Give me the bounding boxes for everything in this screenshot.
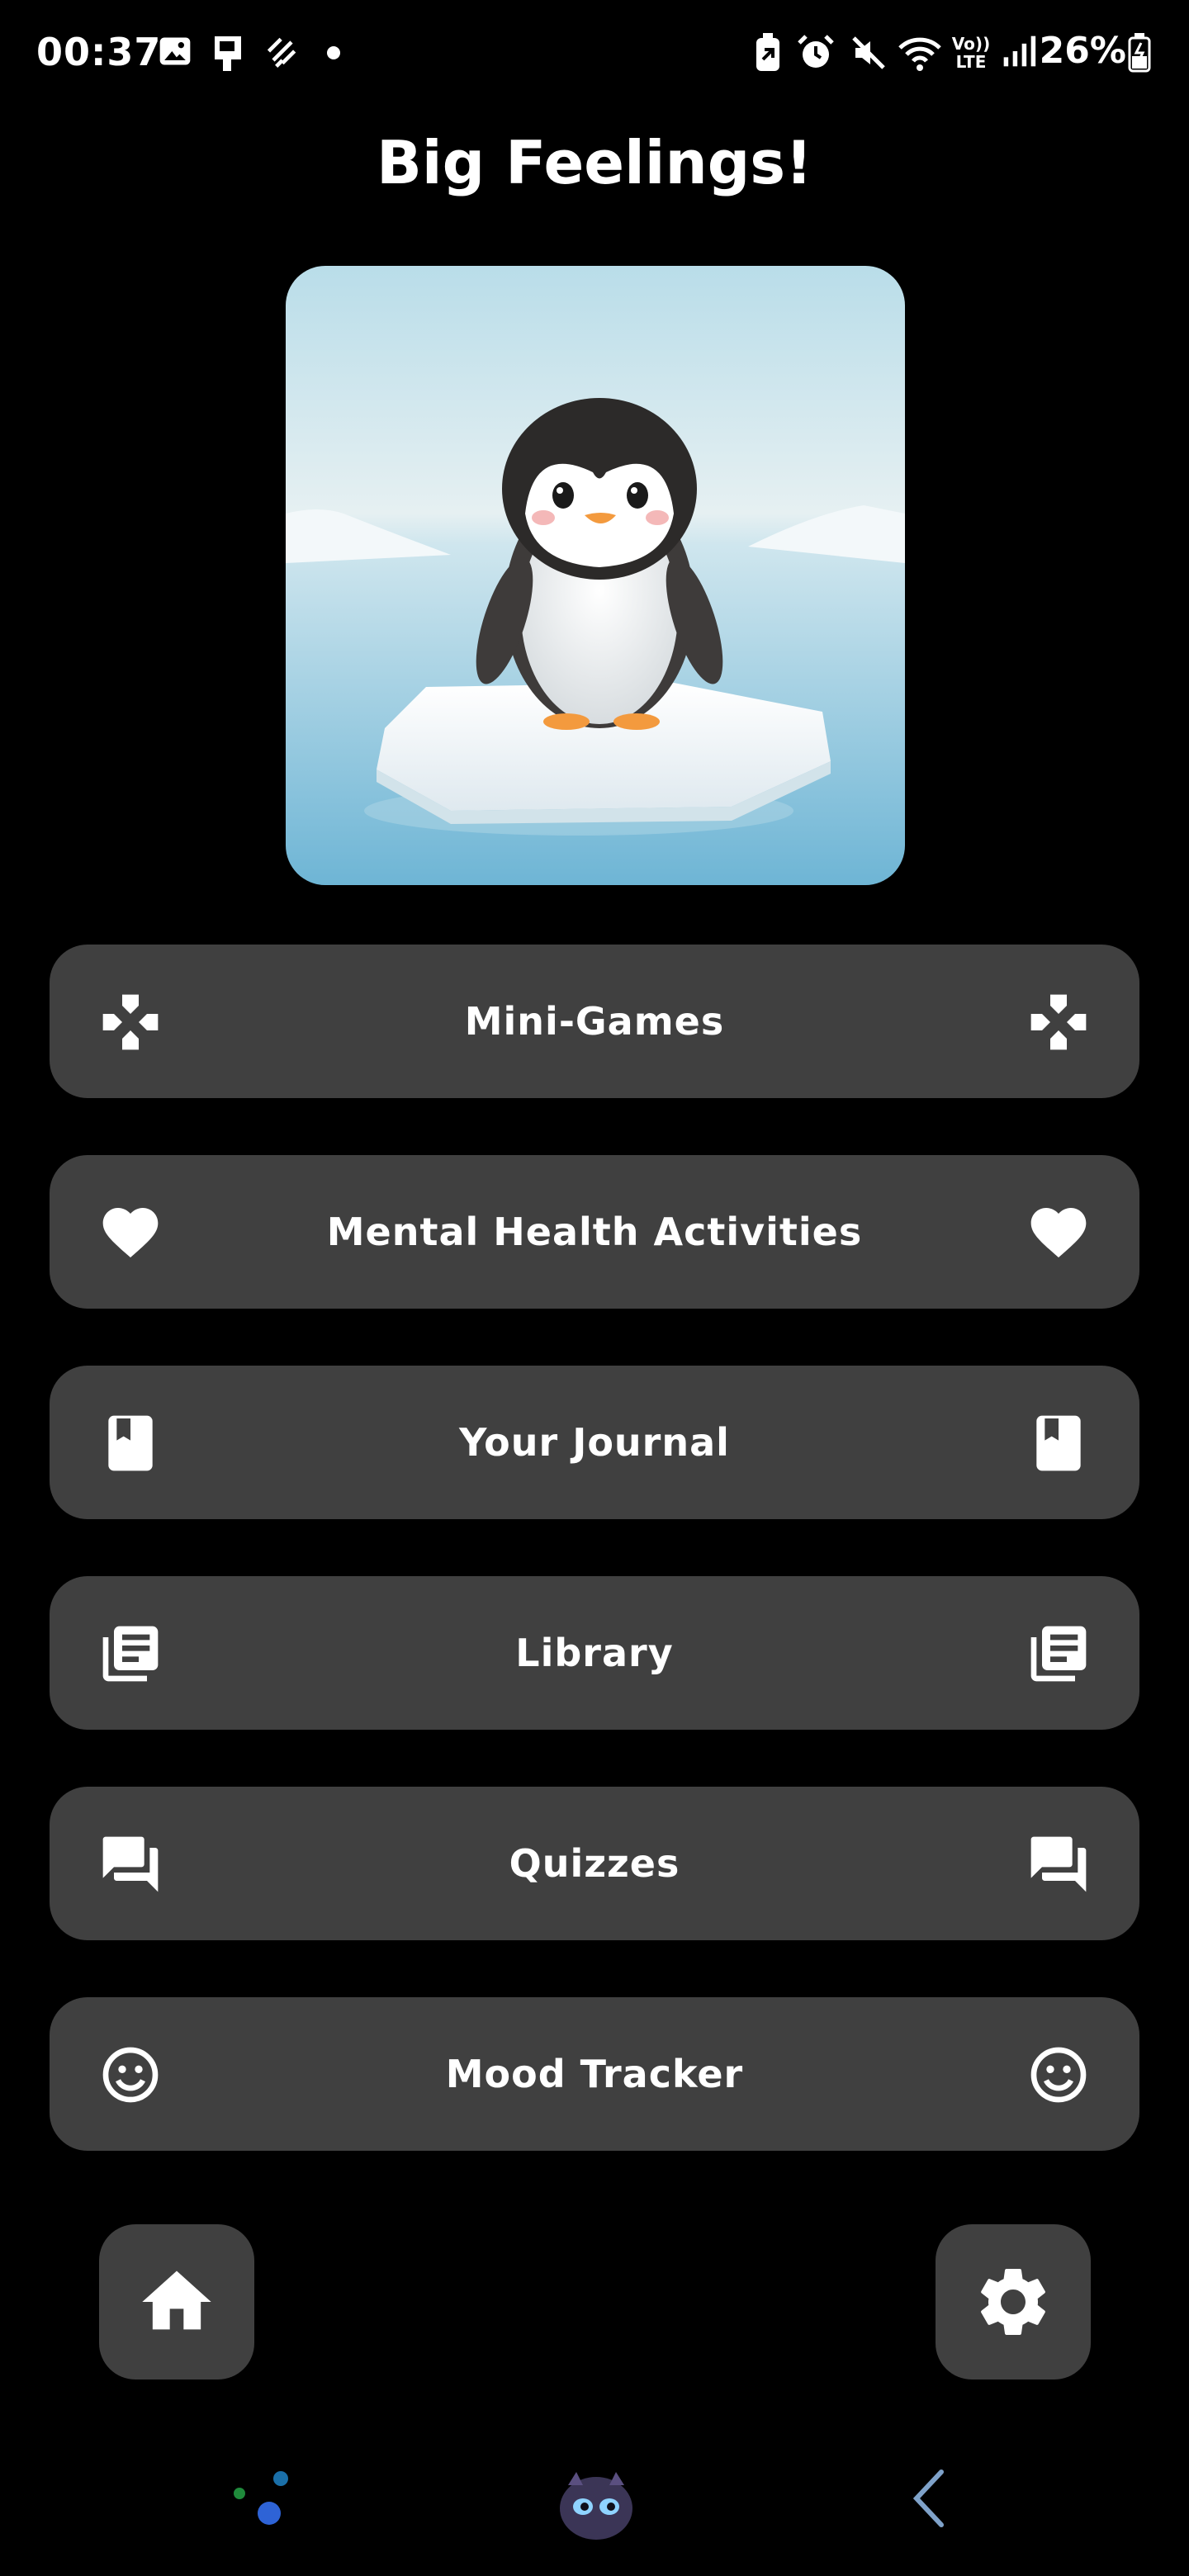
battery-saver-icon bbox=[756, 33, 779, 71]
sim-icon bbox=[215, 36, 241, 71]
gear-icon bbox=[981, 2269, 1045, 2335]
mood-tracker-button[interactable]: Mood Tracker bbox=[50, 1997, 1139, 2151]
assistant-mascot-icon[interactable] bbox=[553, 2460, 639, 2546]
menu-label: Quizzes bbox=[509, 1841, 680, 1886]
image-icon bbox=[159, 37, 191, 65]
quizzes-button[interactable]: Quizzes bbox=[50, 1787, 1139, 1940]
mental-health-activities-button[interactable]: Mental Health Activities bbox=[50, 1155, 1139, 1309]
book-icon bbox=[1036, 1415, 1081, 1471]
library-icon bbox=[1030, 1626, 1087, 1682]
menu-label: Mental Health Activities bbox=[326, 1210, 863, 1254]
mute-icon bbox=[852, 36, 885, 69]
heart-icon bbox=[1030, 1208, 1087, 1257]
battery-percentage: 26% bbox=[1039, 30, 1126, 72]
menu-label: Mini-Games bbox=[464, 999, 725, 1044]
dot-icon bbox=[327, 46, 340, 59]
app-title: Big Feelings! bbox=[377, 128, 812, 197]
chat-bubbles-icon bbox=[1030, 1836, 1087, 1892]
gamepad-icon bbox=[1030, 994, 1087, 1050]
apps-dots-icon[interactable] bbox=[221, 2460, 304, 2535]
alarm-icon bbox=[798, 35, 834, 68]
menu-label: Mood Tracker bbox=[445, 2052, 744, 2096]
settings-button[interactable] bbox=[936, 2224, 1091, 2379]
battery-icon bbox=[1128, 33, 1151, 73]
back-icon[interactable] bbox=[905, 2465, 955, 2531]
library-button[interactable]: Library bbox=[50, 1576, 1139, 1730]
menu-label: Library bbox=[515, 1631, 674, 1675]
signal-icon bbox=[1003, 36, 1036, 67]
your-journal-button[interactable]: Your Journal bbox=[50, 1366, 1139, 1519]
data-saver-icon bbox=[267, 37, 296, 68]
status-bar: 00:37 Vo)) LTE 26% bbox=[0, 0, 1189, 111]
wifi-icon bbox=[898, 37, 941, 71]
mini-games-button[interactable]: Mini-Games bbox=[50, 945, 1139, 1098]
penguin-hero-image bbox=[286, 266, 905, 885]
status-time: 00:37 bbox=[36, 30, 162, 74]
home-button[interactable] bbox=[99, 2224, 254, 2379]
smiley-icon bbox=[1030, 2047, 1087, 2103]
home-icon bbox=[142, 2271, 211, 2330]
volte-icon: Vo)) LTE bbox=[951, 34, 991, 72]
navigation-bar bbox=[0, 2444, 1189, 2576]
menu-label: Your Journal bbox=[459, 1420, 730, 1465]
